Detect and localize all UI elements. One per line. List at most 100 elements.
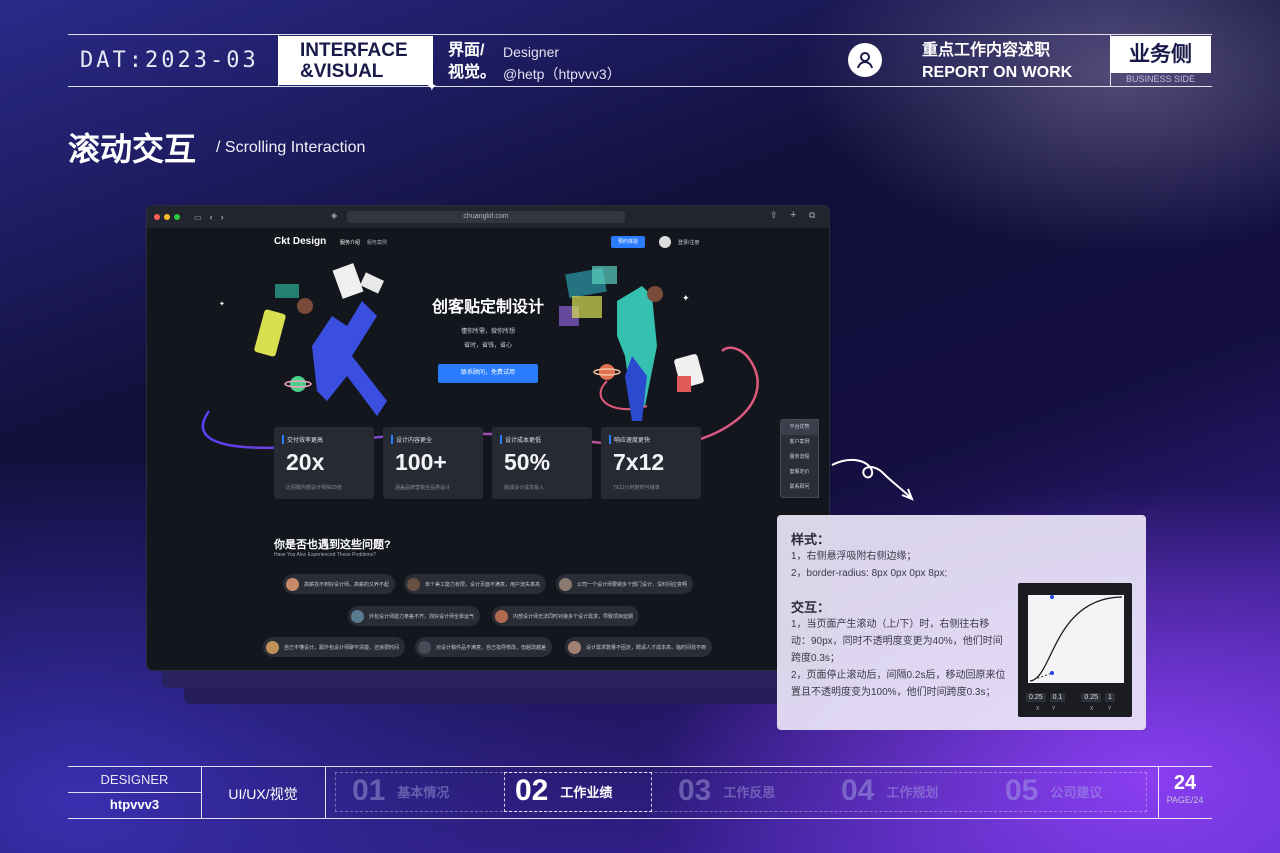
problem-chip[interactable]: 自己不懂设计，跟外包设计师聊不清楚，还浪费时间 [263, 637, 406, 657]
interaction-heading: 交互： [791, 600, 831, 615]
section-en-line1: INTERFACE [300, 40, 408, 61]
interaction-line: 置且不透明度变为100%，他们时间跨度0.3s； [791, 687, 996, 698]
side-nav-item-cases[interactable]: 客户案例 [781, 435, 818, 450]
annotation-panel: 样式： 1，右侧悬浮吸附右侧边缘； 2，border-radius: 8px 0… [777, 515, 1146, 730]
curly-arrow-icon [831, 459, 914, 501]
tab-label: 工作业绩 [560, 784, 613, 800]
designer-role: Designer [503, 44, 560, 60]
problem-chip[interactable]: 单个美工能力有限，设计页面不满意，用户流失率高 [404, 574, 547, 594]
tab-label: 工作反思 [723, 784, 776, 800]
tab-number: 03 [678, 774, 712, 807]
section-en-line2: &VISUAL [300, 61, 384, 82]
user-icon [848, 43, 882, 77]
interaction-line: 1，当页面产生滚动（上/下）时，右侧往右移 [791, 619, 990, 630]
hero-illustration: ✦ ✦ [201, 263, 759, 450]
hero-title: 创客贴定制设计 [431, 299, 544, 316]
section-cn-line2: 视觉。 [448, 64, 497, 81]
tab-basic-info[interactable]: 01 基本情况 [352, 772, 449, 810]
problem-chip[interactable]: 对设计稿件品不满意，自己指导修改，但越改越差 [415, 637, 553, 657]
tab-label: 公司建议 [1050, 784, 1103, 800]
side-nav-item-contact[interactable]: 联系顾问 [781, 480, 818, 495]
tab-reflection[interactable]: 03 工作反思 [678, 772, 775, 810]
problem-chip[interactable]: 公司一个设计师要做多个部门设计，没时间应变啊 [556, 574, 694, 594]
page-title: 滚动交互 [68, 131, 197, 167]
avatar [559, 577, 572, 591]
chip-text: 内部设计师无法同时对接多个设计需求，导致项目延期 [513, 613, 634, 620]
report-title-cn: 重点工作内容述职 [922, 42, 1051, 59]
chip-text: 外包设计师能力参差不齐，找好设计师全靠运气 [369, 613, 475, 620]
chip-text: 单个美工能力有限，设计页面不满意，用户流失率高 [425, 581, 541, 588]
stat-label: 设计成本更低 [500, 435, 541, 444]
side-nav-item-pricing[interactable]: 套餐定价 [781, 465, 818, 480]
problems-subtitle: Have You Also Experienced These Problems… [274, 552, 376, 558]
avatar [351, 609, 364, 623]
section-cn-line1: 界面/ [448, 42, 485, 59]
axis-label: Y [1052, 706, 1056, 712]
easing-y1[interactable]: 0.1 [1049, 693, 1066, 702]
section-badge: INTERFACE &VISUAL [278, 36, 433, 85]
designer-handle: @hetp（htpvvv3） [503, 66, 621, 82]
stat-label: 设计内容更全 [391, 435, 432, 444]
report-date: DAT:2023-03 [80, 48, 259, 73]
tab-performance[interactable]: 02 工作业绩 [515, 772, 612, 810]
problem-chip[interactable]: 设计需求数量不固定，聘请人才成本高，临时间找不到 [565, 637, 713, 657]
style-heading: 样式： [791, 532, 831, 547]
footer-discipline: UI/UX/视觉 [228, 786, 298, 802]
style-line: 1，右侧悬浮吸附右侧边缘； [791, 551, 917, 562]
stat-caption: 7X12小时随时可接单 [613, 485, 660, 491]
easing-values: 0.25 0.1 0.25 1 [1026, 693, 1126, 702]
problem-chip[interactable]: 高薪找不到好设计师，高薪的又养不起 [283, 574, 396, 594]
footer-designer-label: DESIGNER [100, 772, 169, 787]
side-nav-item-process[interactable]: 服务流程 [781, 450, 818, 465]
report-title: 重点工作内容述职 REPORT ON WORK [922, 40, 1072, 84]
footer-handle: htpvvv3 [109, 797, 160, 812]
interaction-line: 跨度0.3s； [791, 653, 840, 664]
axis-label: X [1090, 706, 1094, 712]
tab-planning[interactable]: 04 工作规划 [841, 772, 938, 810]
axis-label: X [1036, 706, 1040, 712]
stat-card: 设计成本更低 50% 削减设计成本投入 [492, 427, 592, 499]
problem-chip[interactable]: 内部设计师无法同时对接多个设计需求，导致项目延期 [492, 606, 640, 626]
avatar [286, 577, 299, 591]
stat-card: 响应速度更快 7x12 7X12小时随时可接单 [601, 427, 701, 499]
avatar [266, 640, 279, 654]
chip-text: 自己不懂设计，跟外包设计师聊不清楚，还浪费时间 [284, 644, 400, 651]
stat-caption: 削减设计成本投入 [504, 485, 545, 491]
stat-card: 设计内容更全 100+ 涵盖品牌营销全品类设计 [383, 427, 483, 499]
side-nav-item-advantages[interactable]: 平台优势 [781, 420, 818, 435]
contact-advisor-button[interactable]: 联系顾问，免费试用 [438, 364, 538, 383]
designer-info: Designer @hetp（htpvvv3） [503, 41, 621, 85]
stat-value: 20x [286, 449, 325, 475]
avatar [418, 640, 431, 654]
tab-number: 02 [515, 774, 549, 807]
browser-shadow-2 [184, 688, 802, 704]
hero-line-2: 省时，省钱，省心 [463, 343, 512, 349]
avatar [407, 577, 420, 591]
stat-label: 响应速度更快 [609, 435, 650, 444]
tab-label: 基本情况 [397, 784, 450, 800]
tab-label: 工作规划 [886, 784, 939, 800]
easing-x1[interactable]: 0.25 [1026, 693, 1046, 702]
stat-caption: 比招聘内部设计师快20倍 [286, 485, 342, 491]
interaction-line: 2，页面停止滚动后，间隔0.2s后，移动回原来位 [791, 670, 1006, 681]
chip-text: 对设计稿件品不满意，自己指导修改，但越改越差 [436, 644, 547, 651]
business-side-en: BUSINESS SIDE [1125, 74, 1196, 84]
business-side-badge: 业务侧 [1110, 36, 1211, 73]
section-cn: 界面/ 视觉。 [448, 40, 496, 84]
interaction-line: 动：90px，同时不透明度变更为40%，他们时间 [791, 636, 1003, 647]
report-title-en: REPORT ON WORK [922, 64, 1073, 81]
avatar [495, 609, 508, 623]
stat-label: 交付效率更高 [282, 435, 323, 444]
chip-text: 公司一个设计师要做多个部门设计，没时间应变啊 [577, 581, 688, 588]
stat-caption: 涵盖品牌营销全品类设计 [395, 485, 451, 491]
hero-line-1: 懂你所需，做你所想 [460, 329, 515, 335]
tab-suggestions[interactable]: 05 公司建议 [1005, 772, 1102, 810]
floating-side-nav: 平台优势 客户案例 服务流程 套餐定价 联系顾问 [780, 419, 819, 498]
sparkle-icon: ✦ [426, 78, 438, 94]
easing-x2[interactable]: 0.25 [1081, 693, 1101, 702]
easing-y2[interactable]: 1 [1104, 693, 1115, 702]
page-total: PAGE/24 [1166, 795, 1204, 805]
avatar [568, 640, 581, 654]
problem-chip[interactable]: 外包设计师能力参差不齐，找好设计师全靠运气 [348, 606, 481, 626]
page-number: 24 [1173, 772, 1197, 794]
